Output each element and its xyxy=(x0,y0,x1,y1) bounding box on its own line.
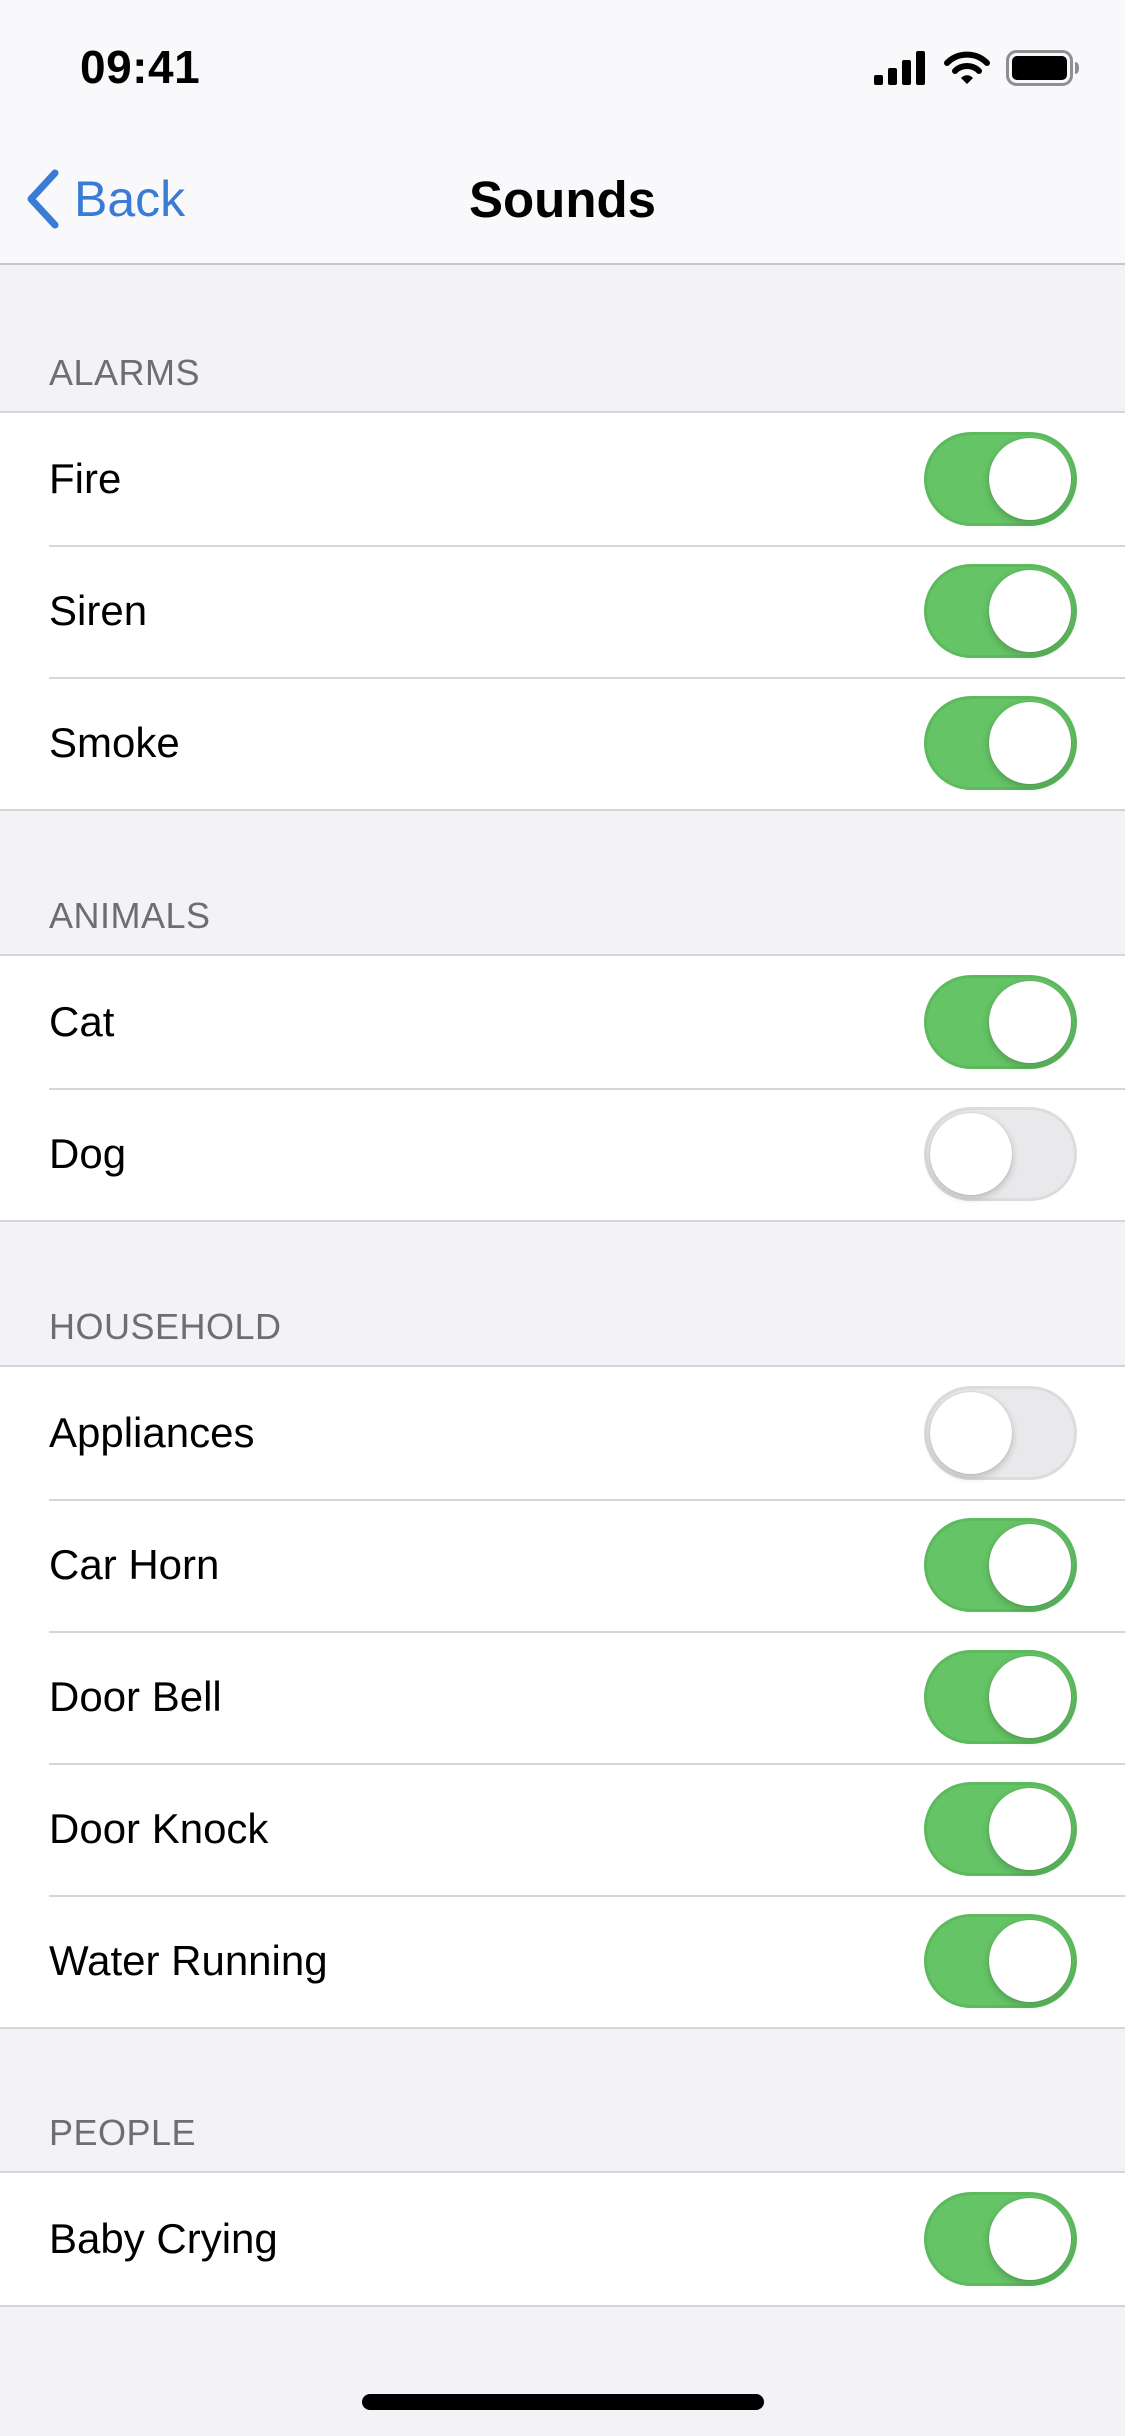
row-label: Baby Crying xyxy=(49,2215,278,2262)
list-item-siren: Siren xyxy=(0,545,1125,677)
toggle-knob xyxy=(989,1656,1071,1738)
toggle-knob xyxy=(989,438,1071,520)
row-label: Water Running xyxy=(49,1937,328,1984)
section-header-people: PEOPLE xyxy=(49,2112,197,2153)
toggle-knob xyxy=(989,2198,1071,2280)
smoke-toggle[interactable] xyxy=(924,696,1077,790)
row-label: Door Knock xyxy=(49,1805,269,1852)
dog-toggle[interactable] xyxy=(924,1107,1077,1201)
status-time: 09:41 xyxy=(80,41,201,93)
status-bar: 09:41 xyxy=(0,0,1125,132)
car-horn-toggle[interactable] xyxy=(924,1518,1077,1612)
water-running-toggle[interactable] xyxy=(924,1914,1077,2008)
section-header-household: HOUSEHOLD xyxy=(49,1306,282,1347)
baby-crying-toggle[interactable] xyxy=(924,2192,1077,2286)
list-item-cat: Cat xyxy=(0,956,1125,1088)
toggle-knob xyxy=(989,1524,1071,1606)
list-item-appliances: Appliances xyxy=(0,1367,1125,1499)
toggle-knob xyxy=(989,1920,1071,2002)
row-label: Siren xyxy=(49,587,148,634)
list-item-baby-crying: Baby Crying xyxy=(0,2173,1125,2305)
toggle-knob xyxy=(930,1392,1012,1474)
appliances-toggle[interactable] xyxy=(924,1386,1077,1480)
household-group: Appliances Car Horn Door Bell Door Knock… xyxy=(0,1365,1125,2029)
row-label: Door Bell xyxy=(49,1673,222,1720)
chevron-left-icon xyxy=(24,168,62,230)
wifi-icon xyxy=(944,51,990,85)
list-item-dog: Dog xyxy=(0,1088,1125,1220)
list-item-fire: Fire xyxy=(0,413,1125,545)
section-header-alarms: ALARMS xyxy=(49,352,201,393)
navigation-bar: Back Sounds xyxy=(0,132,1125,265)
status-icons xyxy=(874,48,1080,88)
door-knock-toggle[interactable] xyxy=(924,1782,1077,1876)
animals-group: Cat Dog xyxy=(0,954,1125,1222)
row-label: Smoke xyxy=(49,719,180,766)
people-group: Baby Crying xyxy=(0,2171,1125,2307)
door-bell-toggle[interactable] xyxy=(924,1650,1077,1744)
cat-toggle[interactable] xyxy=(924,975,1077,1069)
list-item-door-knock: Door Knock xyxy=(0,1763,1125,1895)
list-item-smoke: Smoke xyxy=(0,677,1125,809)
row-label: Car Horn xyxy=(49,1541,220,1588)
row-label: Fire xyxy=(49,455,122,502)
row-label: Cat xyxy=(49,998,115,1045)
fire-toggle[interactable] xyxy=(924,432,1077,526)
row-label: Dog xyxy=(49,1130,127,1177)
section-header-animals: ANIMALS xyxy=(49,895,211,936)
list-item-water-running: Water Running xyxy=(0,1895,1125,2027)
row-label: Appliances xyxy=(49,1409,255,1456)
toggle-knob xyxy=(989,981,1071,1063)
back-button-label: Back xyxy=(74,171,186,227)
cellular-signal-icon xyxy=(874,51,928,85)
toggle-knob xyxy=(989,1788,1071,1870)
alarms-group: Fire Siren Smoke xyxy=(0,411,1125,811)
sounds-screen: 09:41 Back Sounds ALARMS Fire Siren Smok… xyxy=(0,0,1125,2436)
toggle-knob xyxy=(989,702,1071,784)
list-item-car-horn: Car Horn xyxy=(0,1499,1125,1631)
home-indicator xyxy=(362,2394,764,2410)
siren-toggle[interactable] xyxy=(924,564,1077,658)
battery-icon xyxy=(1006,50,1080,86)
toggle-knob xyxy=(989,570,1071,652)
list-item-door-bell: Door Bell xyxy=(0,1631,1125,1763)
back-button[interactable]: Back xyxy=(24,164,185,234)
toggle-knob xyxy=(930,1113,1012,1195)
